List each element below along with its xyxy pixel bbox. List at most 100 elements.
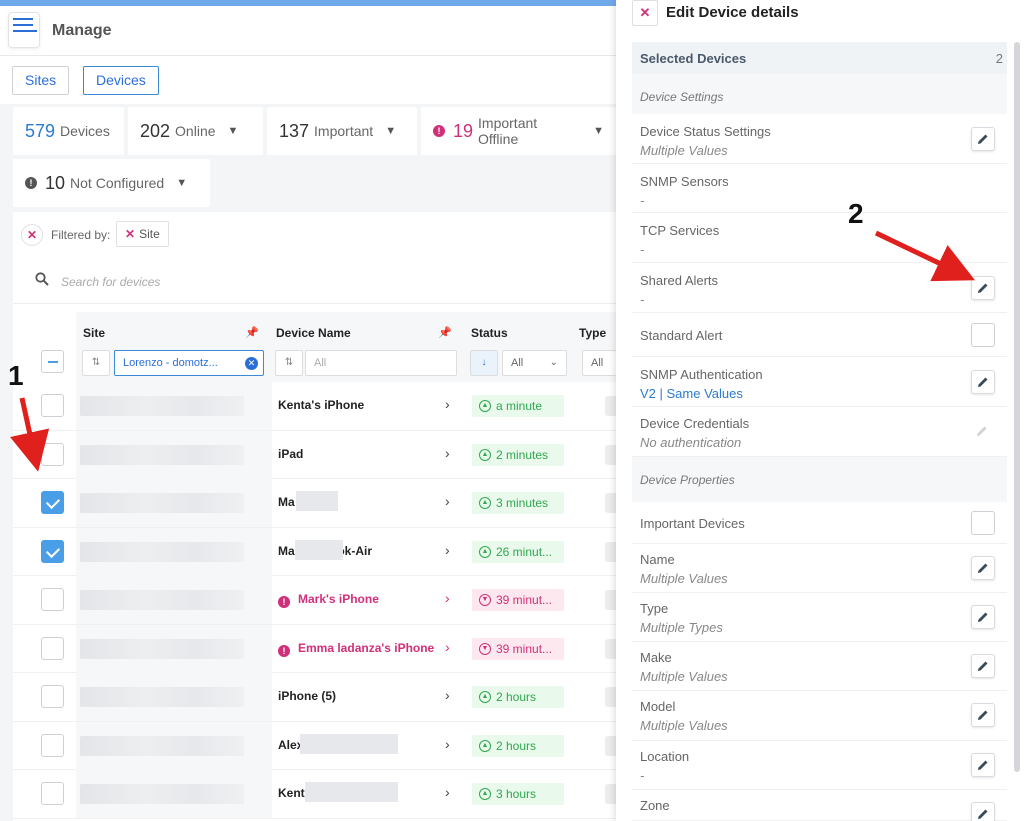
devices-table: Search for devices Site 📌 Device Name 📌 … [13, 258, 616, 821]
chevron-right-icon[interactable]: › [445, 639, 450, 655]
view-tabs: Sites Devices [0, 56, 616, 104]
col-type[interactable]: Type [579, 326, 606, 340]
device-name-text: Mark's iPhone [298, 592, 379, 606]
row-checkbox[interactable] [41, 539, 64, 563]
edit-icon[interactable] [971, 703, 995, 727]
row-checkbox[interactable] [41, 491, 64, 514]
clear-icon[interactable]: ✕ [245, 357, 258, 370]
edit-icon[interactable] [971, 654, 995, 678]
remove-chip-icon[interactable]: ✕ [125, 227, 135, 241]
col-device-name[interactable]: Device Name [276, 326, 351, 340]
table-row[interactable]: Ma MacBook-Air › ▲26 minut... [13, 527, 616, 576]
table-row[interactable]: Alex › ▲ 2 hours [13, 721, 616, 770]
status-text: 39 minut... [496, 593, 553, 607]
device-name[interactable]: ! Mark's iPhone [278, 592, 379, 608]
edit-icon[interactable] [971, 276, 995, 300]
site-blurred [80, 396, 244, 416]
status-filter-value: All [511, 357, 524, 369]
device-name[interactable]: iPad [278, 447, 303, 461]
panel-checkbox[interactable] [971, 323, 995, 347]
device-name[interactable]: ! Emma ladanza's iPhone [278, 641, 434, 657]
status-text: 2 hours [496, 738, 537, 753]
site-cell [76, 430, 272, 479]
col-status[interactable]: Status [471, 326, 508, 340]
device-name[interactable]: Kent [278, 786, 305, 800]
type-filter-select[interactable]: All [582, 350, 616, 376]
stat-devices[interactable]: 579 Devices [13, 107, 124, 155]
stat-important[interactable]: 137 Important ▼ [267, 107, 417, 155]
stat-important-offline[interactable]: ! 19 Important Offline ▼ [421, 107, 616, 155]
sort-icon[interactable]: ⇅ [275, 350, 303, 376]
status-badge: ▲ 2 hours [472, 734, 564, 757]
sort-icon[interactable]: ↓ [470, 350, 498, 376]
arrow-up-icon: ▲ [479, 739, 491, 752]
status-badge: ▲ a minute [472, 395, 564, 417]
panel-scrollbar[interactable] [1014, 42, 1020, 772]
alert-icon: ! [433, 125, 445, 137]
filter-icon[interactable]: ▼ [228, 125, 239, 137]
table-row[interactable]: iPhone (5) › ▲ 2 hours [13, 673, 616, 722]
chevron-right-icon[interactable]: › [445, 493, 450, 509]
panel-row-label: SNMP Authentication [640, 367, 763, 382]
pin-icon[interactable]: 📌 [438, 326, 452, 339]
table-row[interactable]: ! Emma ladanza's iPhone › ▼ 39 minut... [13, 624, 616, 673]
col-site[interactable]: Site [83, 326, 105, 340]
site-cell [76, 673, 272, 721]
chevron-right-icon[interactable]: › [445, 445, 450, 461]
menu-button[interactable] [8, 12, 40, 48]
row-checkbox[interactable] [41, 685, 64, 708]
filter-icon[interactable]: ▼ [385, 125, 396, 137]
chevron-right-icon[interactable]: › [445, 687, 450, 703]
table-row[interactable]: Ma iPhone › ▲3 minutes [13, 479, 616, 528]
device-name-text: iPhone (5) [278, 689, 337, 703]
tab-sites[interactable]: Sites [12, 66, 70, 95]
row-checkbox[interactable] [41, 733, 64, 757]
filter-chip-site[interactable]: ✕ Site [116, 221, 169, 247]
select-all-checkbox[interactable] [41, 350, 64, 373]
device-type-icon [605, 687, 616, 707]
device-name[interactable]: iPhone (5) [278, 689, 336, 703]
clear-filters-icon[interactable]: ✕ [21, 224, 43, 246]
edit-icon[interactable] [971, 127, 995, 151]
search-input[interactable]: Search for devices [61, 275, 160, 289]
filter-icon[interactable]: ▼ [593, 125, 604, 137]
menu-icon-line [13, 30, 37, 32]
name-filter-input[interactable]: All [305, 350, 457, 376]
panel-row-label: TCP Services [640, 223, 720, 238]
search-bar[interactable]: Search for devices [13, 258, 616, 304]
status-badge: ▲ 26 minut... [472, 540, 564, 563]
alert-icon: ! [25, 177, 37, 189]
row-checkbox[interactable] [41, 782, 64, 805]
chevron-right-icon[interactable]: › [445, 784, 450, 800]
device-name[interactable]: Kenta's iPhone [278, 398, 364, 412]
panel-checkbox[interactable] [971, 511, 995, 535]
stat-not-configured[interactable]: ! 10 Not Configured ▼ [13, 159, 210, 207]
chevron-right-icon[interactable]: › [445, 542, 450, 558]
status-filter-select[interactable]: All ⌄ [502, 350, 567, 376]
table-row[interactable]: ! Mark's iPhone › ▼ 39 minut... [13, 576, 616, 625]
chevron-right-icon[interactable]: › [445, 396, 450, 412]
row-checkbox[interactable] [41, 442, 64, 466]
tab-devices[interactable]: Devices [83, 66, 159, 95]
site-filter-input[interactable]: Lorenzo - domotz... ✕ [114, 350, 264, 376]
close-icon[interactable]: ✕ [632, 0, 658, 26]
filter-icon[interactable]: ▼ [176, 177, 187, 189]
stat-online[interactable]: 202 Online ▼ [128, 107, 263, 155]
edit-icon[interactable] [971, 605, 995, 629]
edit-icon[interactable] [971, 556, 995, 580]
table-header: Site 📌 Device Name 📌 Status Type ⇅ Loren… [13, 312, 616, 382]
row-checkbox[interactable] [41, 394, 64, 417]
table-row[interactable]: Kent › ▲ 3 hours [13, 770, 616, 819]
table-row[interactable]: iPad › ▲ 2 minutes [13, 430, 616, 479]
edit-icon[interactable] [971, 802, 995, 821]
sort-icon[interactable]: ⇅ [82, 350, 110, 376]
chevron-right-icon[interactable]: › [445, 736, 450, 752]
row-checkbox[interactable] [41, 636, 64, 660]
table-row[interactable]: Kenta's iPhone › ▲ a minute [13, 382, 616, 431]
app-header: Manage [0, 6, 616, 56]
edit-icon[interactable] [971, 370, 995, 394]
chevron-right-icon[interactable]: › [445, 590, 450, 606]
row-checkbox[interactable] [41, 588, 64, 611]
edit-icon[interactable] [971, 753, 995, 777]
pin-icon[interactable]: 📌 [245, 326, 259, 339]
